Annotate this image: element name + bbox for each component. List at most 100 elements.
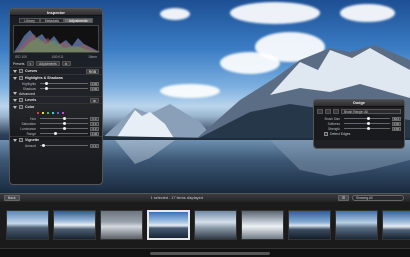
thumbnail[interactable] <box>6 210 49 240</box>
color-swatch-red[interactable] <box>36 111 40 115</box>
color-swatch-green[interactable] <box>46 111 50 115</box>
saturation-slider[interactable] <box>40 121 88 125</box>
slider-knob[interactable] <box>44 86 48 90</box>
thumbnail[interactable] <box>100 210 143 240</box>
slider-knob[interactable] <box>367 116 370 120</box>
shadows-value[interactable]: 0.00 <box>90 86 99 91</box>
tab-library[interactable]: Library <box>19 18 40 23</box>
luminance-label: Luminance <box>20 126 36 131</box>
amount-value[interactable]: 0.0 <box>90 143 99 148</box>
detect-edges-checkbox[interactable] <box>324 132 328 136</box>
softness-slider[interactable] <box>344 121 390 125</box>
brush-size-value[interactable]: 50.0 <box>392 116 401 121</box>
browser-status: 1 selected - 17 items displayed <box>150 196 203 200</box>
hue-slider[interactable] <box>40 116 88 120</box>
filter-search[interactable]: Showing All <box>352 195 404 201</box>
brush-icon[interactable] <box>317 109 323 114</box>
disclosure-triangle-icon[interactable] <box>13 76 17 80</box>
adjustments-button[interactable]: Adjustments <box>36 61 60 66</box>
highlights-value[interactable]: 0.00 <box>90 81 99 86</box>
preset-row: Presets ▾ Adjustments ⚙ <box>10 60 102 67</box>
disclosure-triangle-icon[interactable] <box>13 92 17 95</box>
highlights-label: Highlights <box>22 81 36 86</box>
section-highlights-shadows[interactable]: Highlights & Shadows <box>10 74 102 81</box>
thumbnail[interactable] <box>241 210 284 240</box>
disclosure-triangle-icon[interactable] <box>13 105 17 109</box>
sort-icon[interactable]: ☰ <box>337 195 349 201</box>
strength-slider[interactable] <box>344 126 390 130</box>
thumbnail[interactable] <box>288 210 331 240</box>
color-swatch-cyan[interactable] <box>51 111 55 115</box>
shadows-label: Shadows <box>22 86 36 91</box>
tab-adjustments[interactable]: Adjustments <box>63 18 93 23</box>
histogram <box>13 25 100 53</box>
range-value[interactable]: 1.00 <box>90 131 99 136</box>
section-label: Color <box>25 105 35 109</box>
brush-hud[interactable]: Dodge Brush Range: All Brush Size 50.0 S… <box>313 99 405 149</box>
strength-value[interactable]: 0.50 <box>392 126 401 131</box>
amount-row: Amount 0.0 <box>10 143 102 148</box>
back-button[interactable]: Back <box>4 195 20 201</box>
brush-range-dropdown[interactable]: Brush Range: All <box>341 109 401 114</box>
slider-knob[interactable] <box>54 131 58 135</box>
disclosure-triangle-icon[interactable] <box>13 98 17 102</box>
checkbox[interactable] <box>19 138 23 142</box>
hue-value[interactable]: 0.0 <box>90 116 99 121</box>
section-curves[interactable]: Curves RGB <box>10 67 102 74</box>
rgb-dropdown[interactable]: RGB <box>85 68 99 74</box>
browser-toolbar: Back 1 selected - 17 items displayed ☰ S… <box>0 193 410 202</box>
tab-metadata[interactable]: Metadata <box>39 18 64 23</box>
thumbnail[interactable] <box>335 210 378 240</box>
highlights-slider[interactable] <box>40 81 88 85</box>
thumbnail[interactable] <box>382 210 410 240</box>
color-swatch-magenta[interactable] <box>61 111 65 115</box>
section-color[interactable]: Color <box>10 103 102 110</box>
section-levels[interactable]: Levels ⚙ <box>10 96 102 103</box>
detect-edges-row[interactable]: Detect Edges <box>314 131 404 137</box>
slider-knob[interactable] <box>63 116 67 120</box>
color-swatch-yellow[interactable] <box>41 111 45 115</box>
softness-value[interactable]: 0.50 <box>392 121 401 126</box>
disclosure-triangle-icon[interactable] <box>13 69 17 73</box>
color-swatch-blue[interactable] <box>56 111 60 115</box>
inspector-panel[interactable]: Inspector Library Metadata Adjustments I… <box>9 8 103 185</box>
section-label: Curves <box>25 69 38 73</box>
thumbnail[interactable] <box>194 210 237 240</box>
gear-icon[interactable]: ⚙ <box>90 97 99 103</box>
section-label: Levels <box>25 98 37 102</box>
eraser-icon[interactable] <box>333 109 339 114</box>
checkbox[interactable] <box>19 98 23 102</box>
luminance-slider[interactable] <box>40 126 88 130</box>
slider-knob[interactable] <box>42 143 46 147</box>
slider-knob[interactable] <box>367 121 370 125</box>
iso-value: ISO 100 <box>15 55 27 59</box>
filmstrip[interactable] <box>0 202 410 248</box>
presets-dropdown[interactable]: ▾ <box>26 61 35 66</box>
slider-knob[interactable] <box>63 121 67 125</box>
section-label: Highlights & Shadows <box>25 76 63 80</box>
amount-label: Amount <box>25 143 36 148</box>
section-label: Advanced <box>19 91 35 96</box>
brush-size-slider[interactable] <box>344 116 390 120</box>
slider-knob[interactable] <box>367 126 370 130</box>
slider-knob[interactable] <box>63 126 67 130</box>
slider-knob[interactable] <box>44 81 48 85</box>
thumbnail[interactable] <box>53 210 96 240</box>
amount-slider[interactable] <box>40 143 88 147</box>
saturation-value[interactable]: 0.0 <box>90 121 99 126</box>
filmstrip-scrollbar[interactable] <box>150 252 270 255</box>
checkbox[interactable] <box>19 76 23 80</box>
shadows-slider[interactable] <box>40 86 88 90</box>
checkbox[interactable] <box>19 105 23 109</box>
checkbox[interactable] <box>19 69 23 73</box>
thumbnail-selected[interactable] <box>147 210 190 240</box>
saturation-label: Saturation <box>21 121 36 126</box>
feather-icon[interactable] <box>325 109 331 114</box>
range-slider[interactable] <box>40 131 88 135</box>
brush-size-label: Brush Size <box>324 116 340 121</box>
luminance-value[interactable]: 0.0 <box>90 126 99 131</box>
softness-label: Softness <box>327 121 340 126</box>
gear-icon[interactable]: ⚙ <box>61 61 71 66</box>
section-vignette[interactable]: Vignette <box>10 136 102 143</box>
disclosure-triangle-icon[interactable] <box>13 138 17 142</box>
